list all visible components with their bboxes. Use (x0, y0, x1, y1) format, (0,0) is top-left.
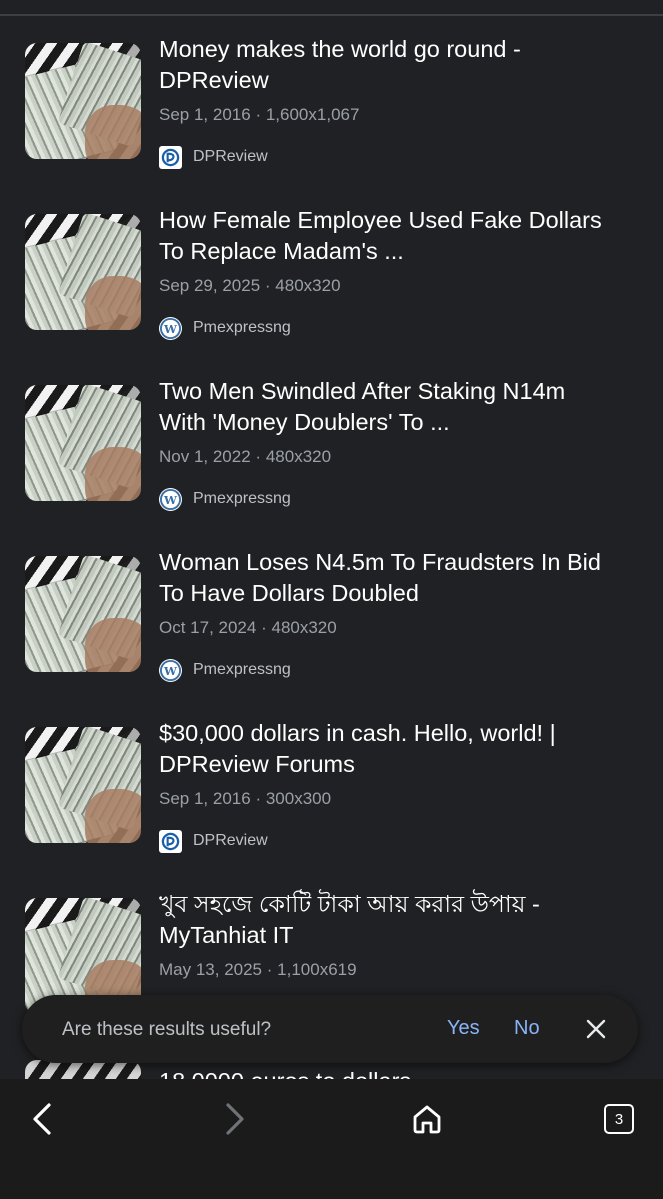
result-meta: Nov 1, 2022 · 480x320 (159, 447, 332, 466)
source-name: Pmexpressng (193, 661, 291, 678)
dpreview-icon (159, 829, 182, 853)
result-thumbnail[interactable] (25, 727, 141, 843)
svg-text:W: W (163, 321, 178, 335)
home-button[interactable] (405, 1097, 449, 1141)
result-thumbnail[interactable] (25, 556, 141, 672)
svg-text:W: W (163, 663, 178, 677)
feedback-no-button[interactable]: No (514, 1017, 540, 1040)
result-title[interactable]: Woman Loses N4.5m To Fraudsters In Bid To… (159, 547, 649, 609)
result-title[interactable]: Money makes the world go round - DPReview (159, 34, 649, 96)
tab-count-badge: 3 (604, 1104, 634, 1134)
result-meta: Sep 1, 2016 · 300x300 (159, 789, 332, 808)
result-meta: Sep 1, 2016 · 1,600x1,067 (159, 105, 360, 124)
result-source[interactable]: W Pmexpressng (159, 316, 291, 340)
result-item[interactable]: Money makes the world go round - DPReview… (0, 36, 663, 200)
back-arrow-icon (33, 1103, 51, 1135)
result-source[interactable]: DPReview (159, 829, 268, 853)
result-source[interactable]: W Pmexpressng (159, 487, 291, 511)
result-meta: Oct 17, 2024 · 480x320 (159, 618, 337, 637)
feedback-question: Are these results useful? (62, 1019, 272, 1040)
result-meta: Sep 29, 2025 · 480x320 (159, 276, 341, 295)
result-source[interactable]: DPReview (159, 145, 268, 169)
result-title[interactable]: $30,000 dollars in cash. Hello, world! |… (159, 718, 649, 780)
forward-button[interactable] (212, 1097, 256, 1141)
result-thumbnail[interactable] (25, 385, 141, 501)
result-item[interactable]: How Female Employee Used Fake Dollars To … (0, 207, 663, 371)
result-source[interactable]: W Pmexpressng (159, 658, 291, 682)
bottom-navigation-bar: 3 (0, 1079, 663, 1199)
feedback-yes-button[interactable]: Yes (447, 1017, 480, 1040)
feedback-prompt: Are these results useful? Yes No (22, 995, 638, 1063)
wordpress-icon: W (159, 658, 182, 682)
result-title[interactable]: খুব সহজে কোটি টাকা আয় করার উপায় - MyTan… (159, 889, 649, 951)
source-name: DPReview (193, 832, 268, 849)
result-meta: May 13, 2025 · 1,100x619 (159, 960, 357, 979)
tab-switcher-button[interactable]: 3 (597, 1097, 641, 1141)
close-icon[interactable] (584, 1017, 608, 1041)
wordpress-icon: W (159, 487, 182, 511)
wordpress-icon: W (159, 316, 182, 340)
source-name: Pmexpressng (193, 490, 291, 507)
result-item[interactable]: Woman Loses N4.5m To Fraudsters In Bid To… (0, 549, 663, 713)
source-name: Pmexpressng (193, 319, 291, 336)
source-name: DPReview (193, 148, 268, 165)
back-button[interactable] (21, 1097, 65, 1141)
result-thumbnail[interactable] (25, 214, 141, 330)
home-icon (413, 1105, 441, 1134)
result-thumbnail[interactable] (25, 43, 141, 159)
result-item[interactable]: Two Men Swindled After Staking N14m With … (0, 378, 663, 542)
result-title[interactable]: How Female Employee Used Fake Dollars To … (159, 205, 649, 267)
result-title[interactable]: Two Men Swindled After Staking N14m With … (159, 376, 649, 438)
result-item[interactable]: $30,000 dollars in cash. Hello, world! |… (0, 720, 663, 884)
forward-arrow-icon (226, 1103, 244, 1135)
svg-text:W: W (163, 492, 178, 506)
dpreview-icon (159, 145, 182, 169)
